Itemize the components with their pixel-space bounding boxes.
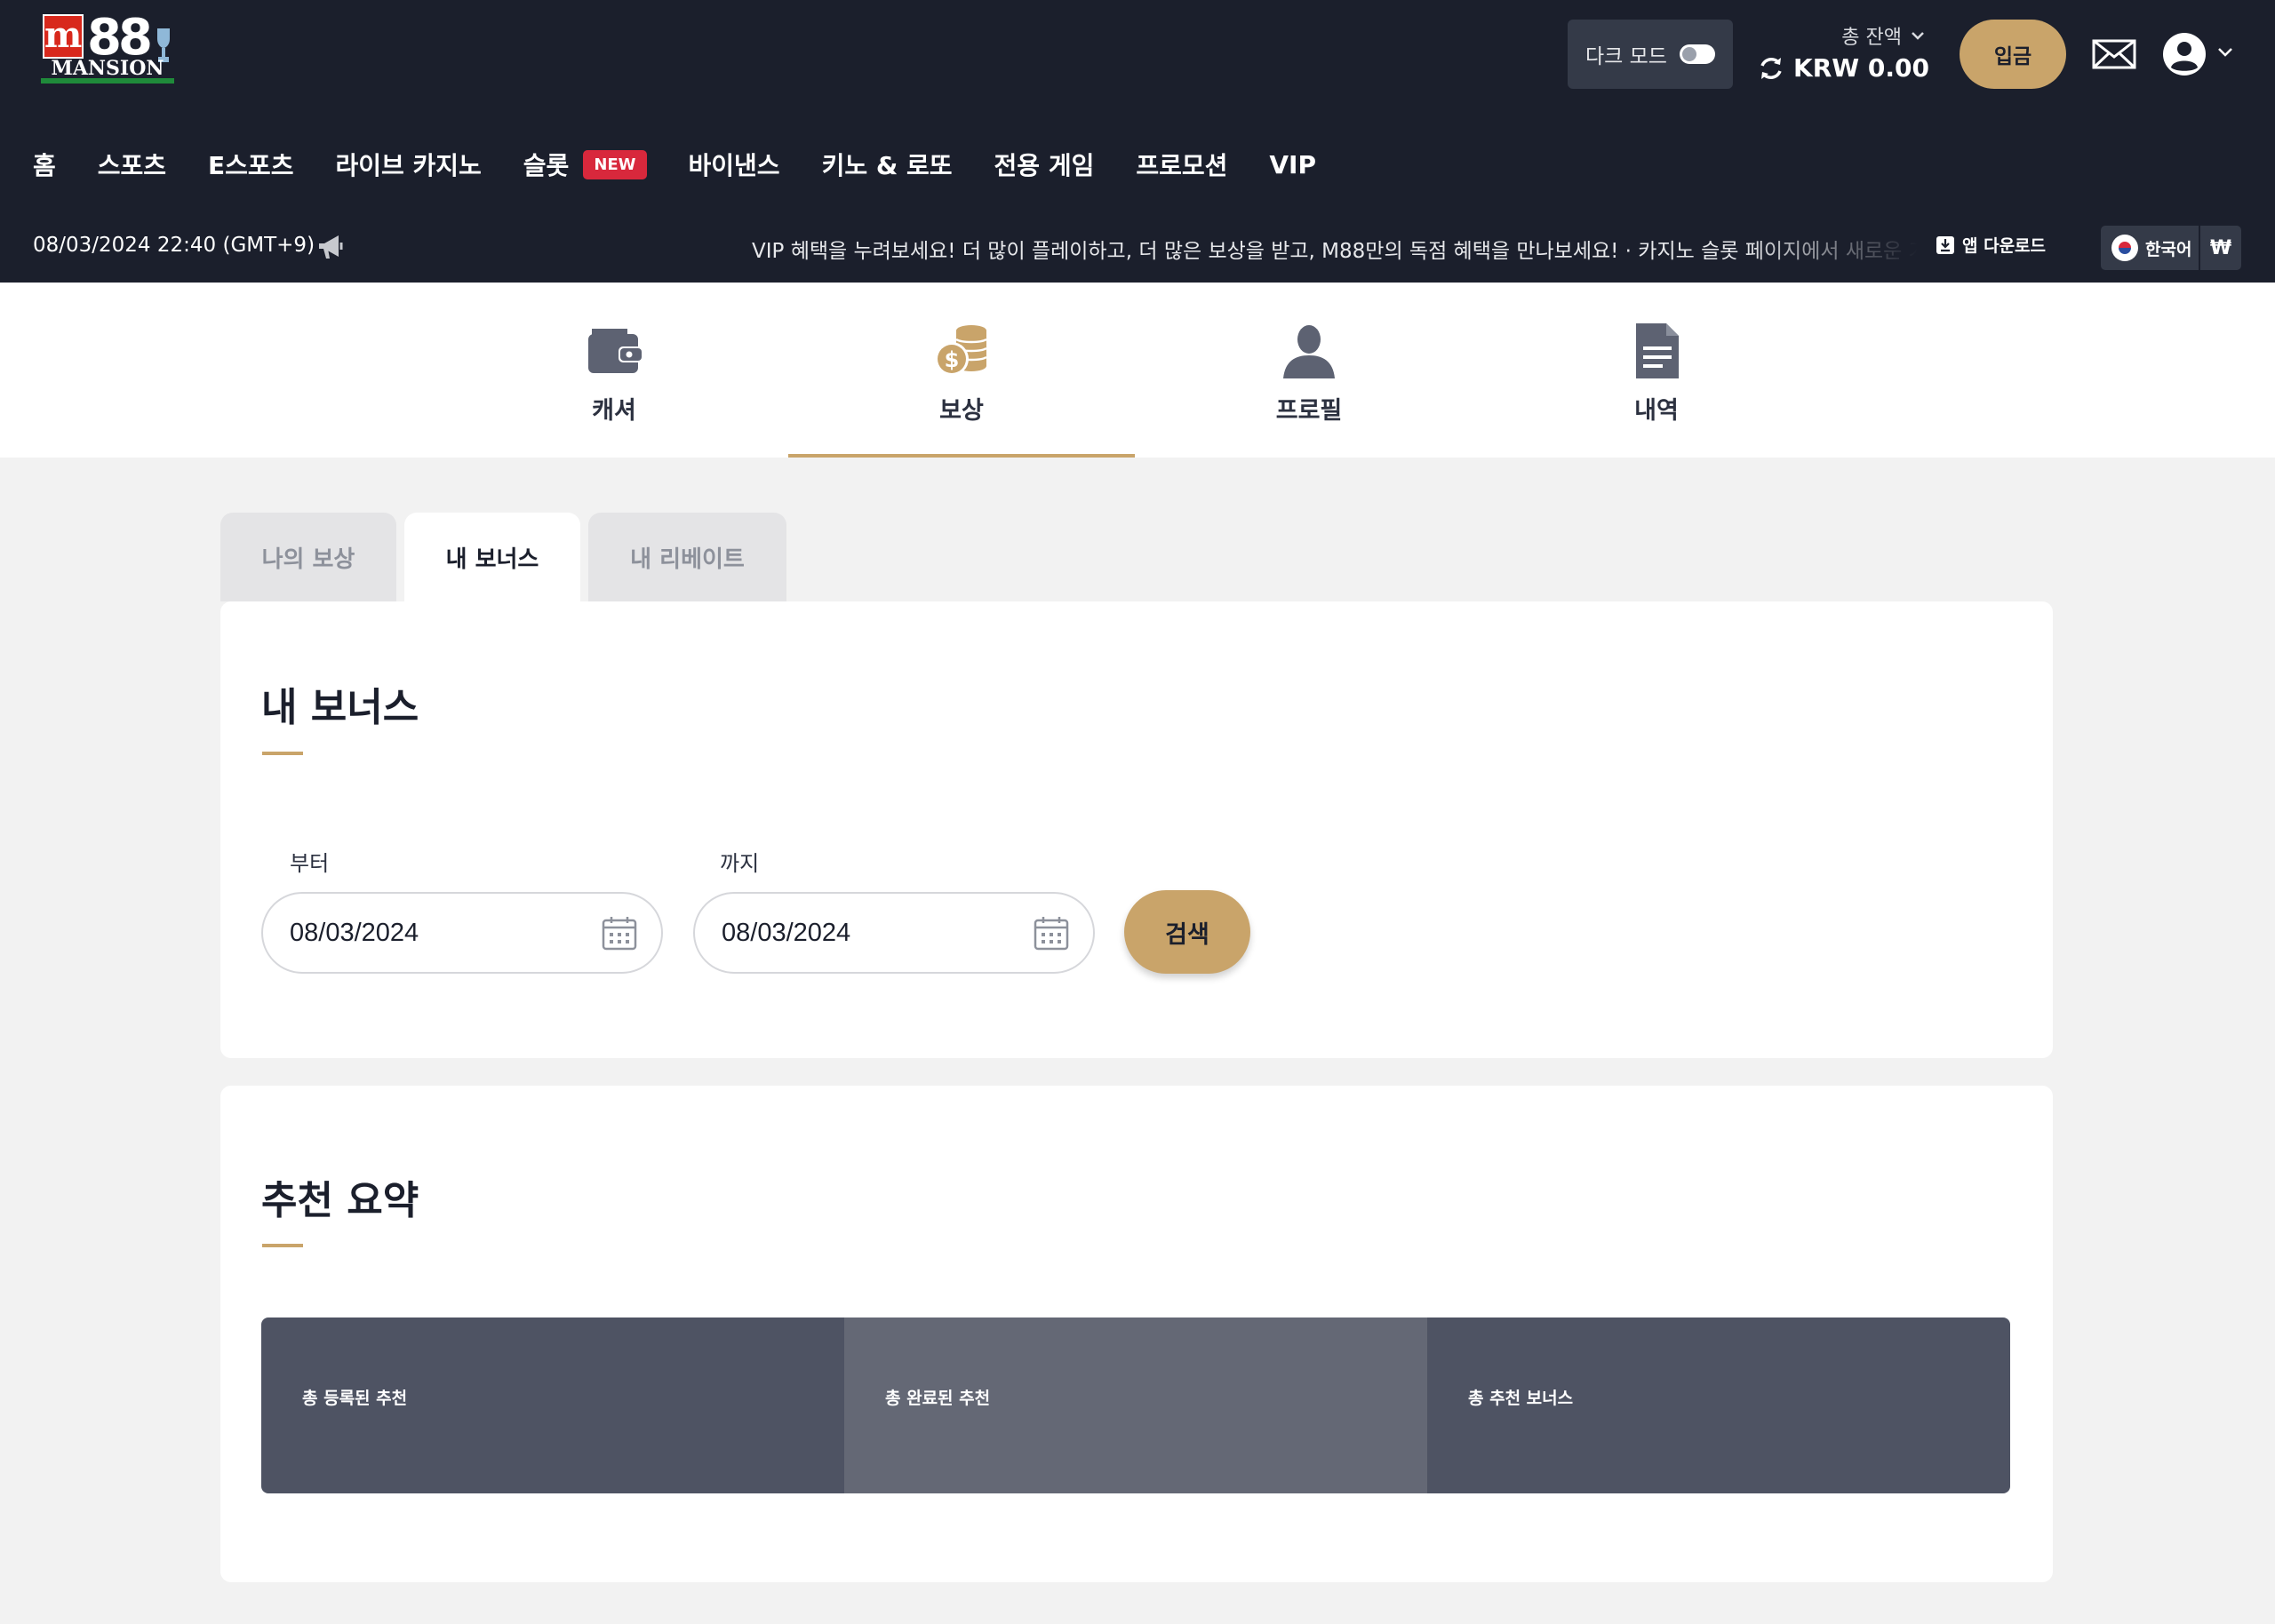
- chevron-down-icon[interactable]: [1911, 30, 1925, 41]
- tab-my-rewards[interactable]: 나의 보상: [220, 513, 396, 601]
- nav-item-slots-label: 슬롯: [523, 151, 570, 180]
- m88-mansion-logo[interactable]: m 88 MANSION: [36, 9, 178, 87]
- total-registered-referrals: 총 등록된 추천: [261, 1318, 844, 1493]
- nav-item-sports[interactable]: 스포츠: [98, 147, 166, 182]
- deposit-button[interactable]: 입금: [1960, 20, 2066, 89]
- logo-wordmark: MANSION: [41, 55, 174, 84]
- referral-summary-table: 총 등록된 추천 총 완료된 추천 총 추천 보너스: [261, 1318, 2010, 1493]
- wallet-icon: [588, 329, 643, 373]
- tab-cashier-label: 캐셔: [592, 397, 636, 425]
- tab-my-bonus[interactable]: 내 보너스: [404, 513, 580, 601]
- dark-mode-toggle[interactable]: 다크 모드: [1568, 20, 1733, 89]
- korea-flag-icon: [2111, 235, 2138, 261]
- svg-text:$: $: [945, 347, 960, 372]
- tab-my-rebate[interactable]: 내 리베이트: [588, 513, 786, 601]
- to-date-label: 까지: [720, 851, 760, 876]
- site-header: m 88 MANSION 다크 모드 총 잔액 KRW 0.00 입금 홈 스포…: [0, 0, 2275, 283]
- dark-mode-switch[interactable]: [1679, 44, 1715, 64]
- balance-amount: KRW 0.00: [1793, 53, 1929, 83]
- my-bonus-title: 내 보너스: [261, 685, 419, 730]
- currency-selector[interactable]: ₩: [2199, 226, 2241, 270]
- person-icon: [1283, 325, 1335, 378]
- mail-icon[interactable]: [2092, 39, 2136, 69]
- nav-item-exclusive-games[interactable]: 전용 게임: [994, 147, 1095, 182]
- nav-item-vip[interactable]: VIP: [1269, 150, 1316, 179]
- coins-icon: $: [935, 325, 987, 376]
- calendar-icon[interactable]: [602, 915, 637, 951]
- total-referral-bonus: 총 추천 보너스: [1427, 1318, 2010, 1493]
- balance-widget[interactable]: 총 잔액 KRW 0.00: [1756, 20, 1934, 89]
- nav-item-binance[interactable]: 바이낸스: [689, 147, 780, 182]
- datetime-display: 08/03/2024 22:40 (GMT+9): [33, 234, 315, 257]
- account-tabs: 캐셔 $ 보상 프로필 내역: [0, 283, 2275, 458]
- download-icon: [1936, 235, 1954, 254]
- balance-label: 총 잔액: [1841, 27, 1902, 49]
- language-label: 한국어: [2145, 239, 2192, 259]
- new-badge: NEW: [583, 149, 647, 179]
- tab-profile-label: 프로필: [1275, 397, 1343, 425]
- user-account-icon[interactable]: [2162, 32, 2207, 76]
- app-download-link[interactable]: 앱 다운로드: [1936, 233, 2046, 257]
- nav-item-keno-lotto[interactable]: 키노 & 로또: [822, 147, 953, 182]
- document-icon: [1636, 323, 1679, 378]
- nav-item-esports[interactable]: E스포츠: [208, 147, 293, 182]
- tab-profile[interactable]: 프로필: [1136, 283, 1482, 458]
- calendar-icon[interactable]: [1034, 915, 1069, 951]
- nav-item-live-casino[interactable]: 라이브 카지노: [335, 147, 481, 182]
- language-selector[interactable]: 한국어: [2101, 235, 2199, 261]
- tab-rewards-label: 보상: [939, 397, 984, 425]
- from-date-label: 부터: [290, 851, 330, 876]
- app-download-label: 앱 다운로드: [1962, 236, 2047, 256]
- nav-item-slots[interactable]: 슬롯 NEW: [523, 147, 647, 182]
- language-currency-selector: 한국어 ₩: [2101, 226, 2241, 270]
- referral-summary-title: 추천 요약: [261, 1178, 419, 1223]
- nav-item-promotions[interactable]: 프로모션: [1136, 147, 1227, 182]
- dark-mode-label: 다크 모드: [1585, 45, 1667, 68]
- title-underline: [262, 752, 303, 755]
- title-underline: [262, 1244, 303, 1247]
- nav-item-home[interactable]: 홈: [33, 147, 56, 182]
- total-completed-referrals: 총 완료된 추천: [844, 1318, 1427, 1493]
- chevron-down-icon[interactable]: [2216, 46, 2234, 59]
- tab-history-label: 내역: [1634, 397, 1679, 425]
- my-bonus-card: [220, 601, 2053, 1058]
- tab-rewards[interactable]: $ 보상: [788, 283, 1135, 458]
- main-nav: 홈 스포츠 E스포츠 라이브 카지노 슬롯 NEW 바이낸스 키노 & 로또 전…: [33, 147, 1358, 182]
- announcement-ticker[interactable]: VIP 혜택을 누려보세요! 더 많이 플레이하고, 더 많은 보상을 받고, …: [752, 234, 1918, 264]
- tab-history[interactable]: 내역: [1483, 283, 1830, 458]
- search-button[interactable]: 검색: [1124, 890, 1250, 974]
- refresh-icon[interactable]: [1758, 55, 1784, 82]
- tab-cashier[interactable]: 캐셔: [441, 283, 787, 458]
- megaphone-icon: [319, 235, 343, 259]
- logo-badge: m: [43, 14, 84, 59]
